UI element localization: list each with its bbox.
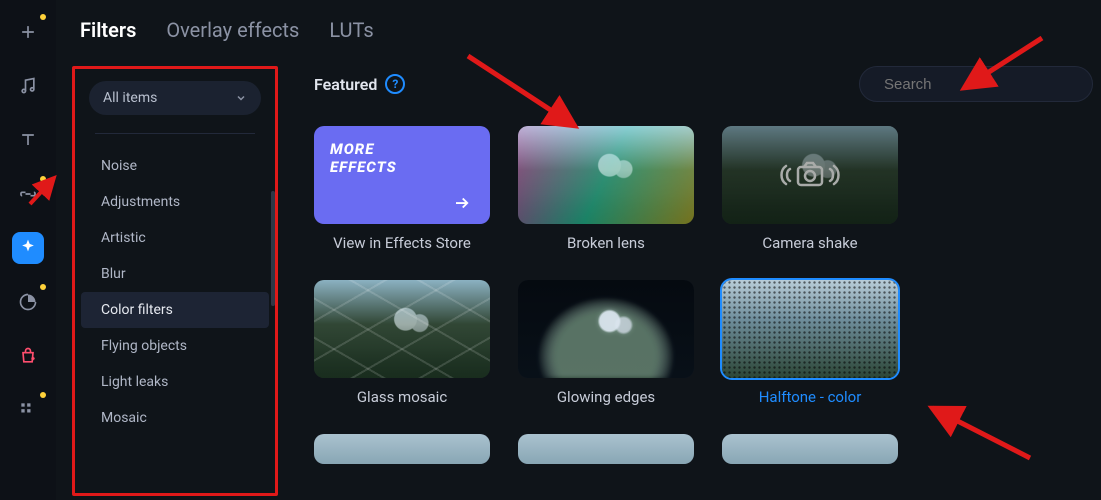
caption-broken-lens: Broken lens bbox=[567, 234, 645, 252]
featured-heading: Featured ? bbox=[314, 74, 405, 94]
help-icon[interactable]: ? bbox=[385, 74, 405, 94]
caption-glowing-edges: Glowing edges bbox=[557, 388, 655, 406]
rail-store[interactable] bbox=[12, 340, 44, 372]
more-effects-line2: EFFECTS bbox=[330, 158, 474, 176]
cell-more-effects: MORE EFFECTS View in Effects Store bbox=[314, 126, 490, 252]
category-artistic[interactable]: Artistic bbox=[81, 220, 269, 256]
tool-rail bbox=[0, 0, 56, 500]
cell-partial-3 bbox=[722, 434, 898, 464]
thumb-more-effects[interactable]: MORE EFFECTS bbox=[314, 126, 490, 224]
thumb-camera-shake[interactable] bbox=[722, 126, 898, 224]
cell-halftone-color: Halftone - color bbox=[722, 280, 898, 406]
thumb-partial-3[interactable] bbox=[722, 434, 898, 464]
thumb-partial-1[interactable] bbox=[314, 434, 490, 464]
notification-dot bbox=[40, 392, 46, 398]
more-effects-line1: MORE bbox=[330, 140, 474, 158]
rail-link[interactable] bbox=[12, 178, 44, 210]
rail-audio[interactable] bbox=[12, 70, 44, 102]
caption-halftone-color: Halftone - color bbox=[759, 388, 862, 406]
notification-dot bbox=[40, 14, 46, 20]
category-color-filters[interactable]: Color filters bbox=[81, 292, 269, 328]
rail-add[interactable] bbox=[12, 16, 44, 48]
chevron-down-icon bbox=[235, 92, 247, 104]
cell-partial-2 bbox=[518, 434, 694, 464]
thumb-glass-mosaic[interactable] bbox=[314, 280, 490, 378]
notification-dot bbox=[40, 176, 46, 182]
featured-label: Featured bbox=[314, 75, 377, 94]
caption-camera-shake: Camera shake bbox=[762, 234, 857, 252]
camera-shake-icon bbox=[778, 155, 842, 195]
arrow-right-icon bbox=[450, 194, 474, 212]
rail-effects[interactable] bbox=[12, 232, 44, 264]
category-mosaic[interactable]: Mosaic bbox=[81, 400, 269, 436]
scrollbar-thumb[interactable] bbox=[271, 191, 275, 306]
tab-luts[interactable]: LUTs bbox=[329, 18, 373, 42]
cell-camera-shake: Camera shake bbox=[722, 126, 898, 252]
items-dropdown[interactable]: All items bbox=[89, 81, 261, 115]
caption-glass-mosaic: Glass mosaic bbox=[357, 388, 447, 406]
search-box[interactable] bbox=[859, 66, 1093, 102]
notification-dot bbox=[40, 284, 46, 290]
category-list: Noise Adjustments Artistic Blur Color fi… bbox=[75, 148, 275, 436]
tab-filters[interactable]: Filters bbox=[80, 18, 136, 42]
category-flying-objects[interactable]: Flying objects bbox=[81, 328, 269, 364]
main-panel: Filters Overlay effects LUTs All items N… bbox=[56, 0, 1101, 500]
cell-glass-mosaic: Glass mosaic bbox=[314, 280, 490, 406]
thumb-partial-2[interactable] bbox=[518, 434, 694, 464]
rail-time[interactable] bbox=[12, 286, 44, 318]
cell-glowing-edges: Glowing edges bbox=[518, 280, 694, 406]
category-light-leaks[interactable]: Light leaks bbox=[81, 364, 269, 400]
thumb-glowing-edges[interactable] bbox=[518, 280, 694, 378]
cell-broken-lens: Broken lens bbox=[518, 126, 694, 252]
top-tabs: Filters Overlay effects LUTs bbox=[56, 0, 1101, 54]
effects-grid: MORE EFFECTS View in Effects Store Broke… bbox=[314, 126, 1101, 464]
items-dropdown-label: All items bbox=[103, 90, 157, 106]
caption-more-effects: View in Effects Store bbox=[333, 234, 471, 252]
category-sidebar: All items Noise Adjustments Artistic Blu… bbox=[56, 54, 294, 500]
category-adjustments[interactable]: Adjustments bbox=[81, 184, 269, 220]
category-sidebar-highlight: All items Noise Adjustments Artistic Blu… bbox=[72, 66, 278, 496]
thumb-broken-lens[interactable] bbox=[518, 126, 694, 224]
search-input[interactable] bbox=[884, 76, 1083, 93]
cell-partial-1 bbox=[314, 434, 490, 464]
effects-grid-area: Featured ? MORE EFFECTS bbox=[294, 54, 1101, 500]
rail-text[interactable] bbox=[12, 124, 44, 156]
tab-overlay-effects[interactable]: Overlay effects bbox=[166, 18, 299, 42]
divider bbox=[95, 133, 255, 134]
rail-more[interactable] bbox=[12, 394, 44, 426]
category-blur[interactable]: Blur bbox=[81, 256, 269, 292]
thumb-halftone-color[interactable] bbox=[722, 280, 898, 378]
category-noise[interactable]: Noise bbox=[81, 148, 269, 184]
